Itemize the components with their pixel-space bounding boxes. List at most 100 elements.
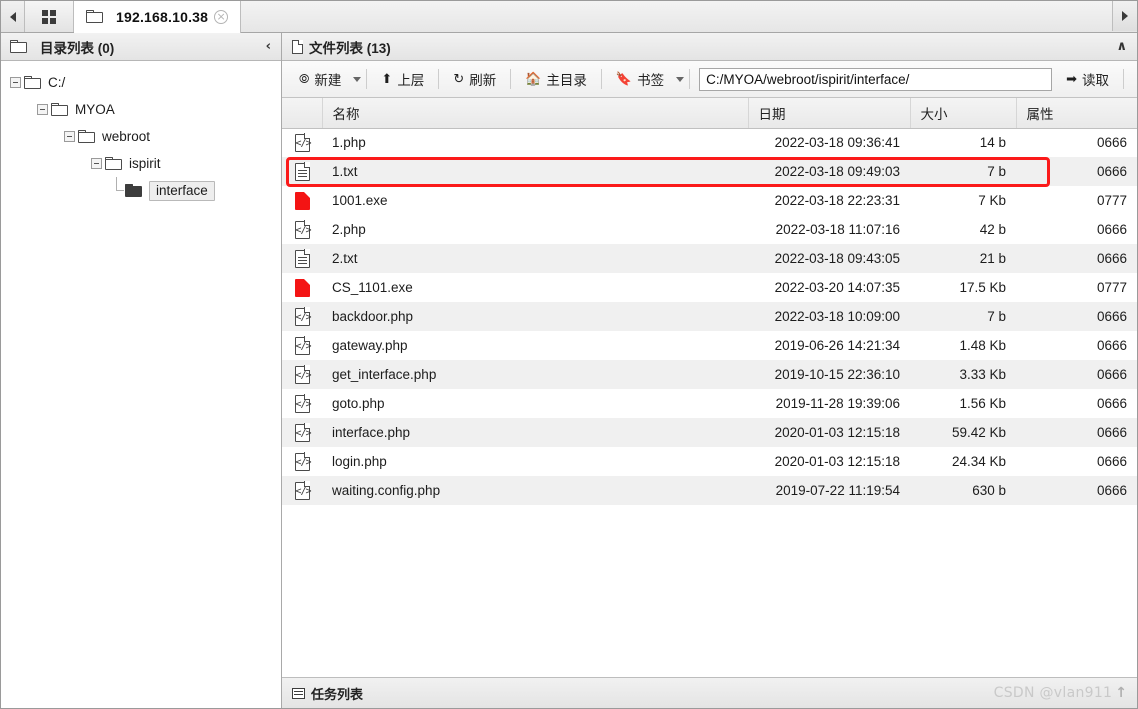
- table-row[interactable]: </> gateway.php 2019-06-26 14:21:34 1.48…: [282, 331, 1137, 360]
- file-size: 24.34 Kb: [910, 447, 1016, 476]
- file-attr: 0666: [1016, 418, 1137, 447]
- arrow-right-icon: ➡: [1066, 71, 1077, 87]
- tab-192-168-10-38[interactable]: 192.168.10.38 ×: [74, 1, 242, 33]
- table-row[interactable]: 1.txt 2022-03-18 09:49:03 7 b 0666: [282, 157, 1137, 186]
- table-row[interactable]: </> goto.php 2019-11-28 19:39:06 1.56 Kb…: [282, 389, 1137, 418]
- refresh-button[interactable]: ↻ 刷新: [444, 65, 505, 93]
- task-list-label[interactable]: 任务列表: [311, 684, 363, 703]
- tree-node-ispirit[interactable]: ispirit: [1, 150, 281, 177]
- bookmark-button[interactable]: 🔖 书签: [607, 65, 673, 93]
- file-icon-cell: </>: [282, 447, 322, 476]
- up-button[interactable]: ⬆ 上层: [372, 65, 433, 93]
- path-input[interactable]: [699, 67, 1053, 91]
- file-date: 2022-03-20 14:07:35: [748, 273, 910, 302]
- tree-node-webroot[interactable]: webroot: [1, 123, 281, 150]
- file-name: 2.txt: [322, 244, 748, 273]
- tree-node-label: ispirit: [129, 156, 161, 171]
- table-row-highlighted[interactable]: 1001.exe 2022-03-18 22:23:31 7 Kb 0777: [282, 186, 1137, 215]
- read-button[interactable]: ➡ 读取: [1057, 65, 1118, 93]
- txt-file-icon: [294, 249, 310, 268]
- table-row[interactable]: </> login.php 2020-01-03 12:15:18 24.34 …: [282, 447, 1137, 476]
- tree-node-label: MYOA: [75, 102, 115, 117]
- file-name: goto.php: [322, 389, 748, 418]
- column-header-attr[interactable]: 属性: [1016, 98, 1137, 129]
- column-header-date[interactable]: 日期: [748, 98, 911, 129]
- expander-icon[interactable]: [91, 158, 102, 169]
- file-attr: 0666: [1016, 331, 1137, 360]
- new-dropdown-caret-icon[interactable]: [353, 76, 362, 82]
- file-table-container: 名称 日期 大小 属性 </> 1.php 2022-03-18 09:36:4…: [282, 98, 1137, 677]
- table-row[interactable]: </> backdoor.php 2022-03-18 10:09:00 7 b…: [282, 302, 1137, 331]
- plus-circle-icon: ⦾: [299, 71, 310, 87]
- folder-open-icon: [24, 76, 41, 89]
- file-icon-cell: [282, 157, 322, 186]
- tree-node-label: interface: [149, 180, 215, 201]
- file-attr: 0666: [1016, 476, 1137, 505]
- directory-tree: C:/ MYOA webroot ispirit interface: [1, 61, 281, 708]
- expander-icon[interactable]: [10, 77, 21, 88]
- expander-icon[interactable]: [64, 131, 75, 142]
- column-header-size[interactable]: 大小: [910, 98, 1017, 129]
- tree-node-label: webroot: [102, 129, 151, 144]
- file-attr: 0666: [1016, 302, 1137, 331]
- column-header-name[interactable]: 名称: [322, 98, 749, 129]
- file-icon-cell: </>: [282, 331, 322, 360]
- expander-icon[interactable]: [37, 104, 48, 115]
- php-file-icon: </>: [294, 452, 312, 471]
- file-manager-window: 192.168.10.38 × 目录列表 (0) ‹ C:/ MYOA webr…: [0, 0, 1138, 709]
- home-dir-button[interactable]: 🏠 主目录: [516, 65, 596, 93]
- directory-panel-title: 目录列表 (0): [40, 40, 115, 56]
- bookmark-icon: 🔖: [615, 71, 633, 87]
- file-name: 1.txt: [322, 157, 748, 186]
- home-dir-button-label: 主目录: [546, 73, 587, 88]
- toolbar-separator: [438, 69, 440, 89]
- toolbar-separator: [600, 69, 602, 89]
- home-icon: 🏠: [525, 71, 542, 87]
- file-attr: 0777: [1016, 186, 1137, 215]
- tab-home[interactable]: [25, 1, 74, 32]
- file-size: 1.56 Kb: [910, 389, 1016, 418]
- document-icon: [292, 39, 303, 54]
- bookmark-button-label: 书签: [637, 73, 665, 88]
- folder-icon: [86, 10, 103, 23]
- file-name: gateway.php: [322, 331, 748, 360]
- grid-apps-icon: [42, 9, 56, 24]
- column-header-icon[interactable]: [282, 98, 323, 129]
- table-row[interactable]: </> get_interface.php 2019-10-15 22:36:1…: [282, 360, 1137, 389]
- php-file-icon: </>: [294, 394, 312, 413]
- folder-open-icon: [78, 130, 95, 143]
- arrow-up-icon[interactable]: ↑: [1115, 685, 1127, 701]
- file-attr: 0666: [1016, 447, 1137, 476]
- table-row[interactable]: </> 2.php 2022-03-18 11:07:16 42 b 0666: [282, 215, 1137, 244]
- table-row[interactable]: </> 1.php 2022-03-18 09:36:41 14 b 0666: [282, 128, 1137, 157]
- tree-node-myoa[interactable]: MYOA: [1, 96, 281, 123]
- tree-node-interface[interactable]: interface: [1, 177, 281, 204]
- tab-scroll-left-button[interactable]: [1, 1, 25, 32]
- file-toolbar: ⦾ 新建 ⬆ 上层 ↻ 刷新 🏠 主目录 🔖 书签 C:/MYOA/webroo…: [282, 61, 1137, 98]
- file-date: 2022-03-18 09:36:41: [748, 128, 910, 157]
- file-attr: 0666: [1016, 389, 1137, 418]
- tab-scroll-right-button[interactable]: [1112, 1, 1137, 31]
- read-button-label: 读取: [1082, 73, 1109, 88]
- refresh-button-label: 刷新: [469, 73, 497, 88]
- new-button[interactable]: ⦾ 新建: [290, 65, 350, 93]
- file-icon-cell: </>: [282, 476, 322, 505]
- file-size: 21 b: [910, 244, 1016, 273]
- table-row[interactable]: 2.txt 2022-03-18 09:43:05 21 b 0666: [282, 244, 1137, 273]
- watermark-label: CSDN @vlan911: [993, 685, 1113, 701]
- chevron-left-icon[interactable]: ‹: [264, 39, 273, 54]
- file-panel-header: 文件列表 (13) ∧: [282, 33, 1137, 61]
- file-size: 7 b: [910, 157, 1016, 186]
- table-row[interactable]: </> waiting.config.php 2019-07-22 11:19:…: [282, 476, 1137, 505]
- chevron-up-icon[interactable]: ∧: [1114, 39, 1129, 54]
- tree-node-c[interactable]: C:/: [1, 69, 281, 96]
- table-row[interactable]: </> interface.php 2020-01-03 12:15:18 59…: [282, 418, 1137, 447]
- txt-file-icon: [294, 162, 310, 181]
- arrow-up-icon: ⬆: [381, 71, 393, 87]
- table-row[interactable]: CS_1101.exe 2022-03-20 14:07:35 17.5 Kb …: [282, 273, 1137, 302]
- triangle-right-icon: [1122, 11, 1128, 21]
- file-table-header-row: 名称 日期 大小 属性: [282, 98, 1137, 129]
- bookmark-dropdown-caret-icon[interactable]: [676, 76, 685, 82]
- tree-connector: [111, 177, 125, 204]
- close-icon[interactable]: ×: [214, 9, 229, 24]
